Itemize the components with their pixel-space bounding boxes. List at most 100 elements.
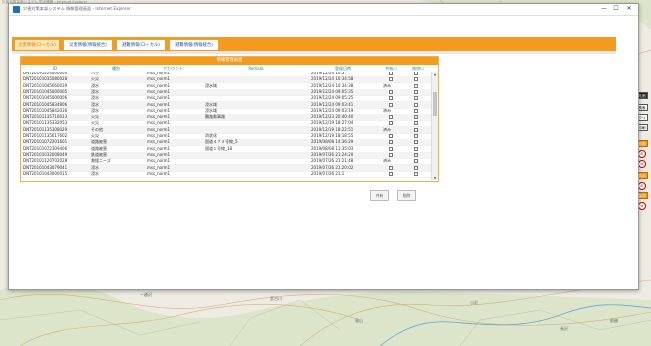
table-body: DNT20191224000004 ハッ mss_norm1 2019/12/24 1…	[21, 72, 431, 180]
table-scrollbar[interactable]: ▲ ▼	[431, 72, 438, 180]
cell-id: DNT20101045060039	[23, 82, 68, 88]
scroll-thumb[interactable]	[433, 92, 437, 116]
delete-checkbox[interactable]	[414, 165, 418, 170]
delete-button[interactable]: 削除	[397, 190, 416, 201]
cell-date: 2019/12/24 10:34:38	[311, 82, 354, 88]
cell-account: mss_norm1	[147, 95, 171, 101]
share-checkbox[interactable]	[389, 140, 393, 145]
cell-type: 浸水	[91, 101, 99, 107]
cell-account: mss_norm1	[147, 82, 171, 88]
share-checkbox[interactable]	[389, 77, 393, 82]
tab-evacuation-local[interactable]: 避難情報(ローカル)	[116, 39, 166, 50]
cell-date: 2019/12/19 18:18:55	[311, 133, 354, 138]
cell-type: 火災	[91, 120, 99, 126]
cell-id: DNT20101045000006	[23, 95, 68, 101]
cell-id: DNT20101045842036	[23, 107, 68, 113]
cell-account: mss_norm1	[147, 126, 171, 132]
maximize-button[interactable]: ☐	[610, 5, 622, 13]
cell-type: 火災	[91, 114, 99, 120]
cell-id: DNT20101032008049	[23, 151, 68, 157]
cell-account: mss_norm1	[147, 133, 171, 138]
delete-checkbox[interactable]	[414, 77, 418, 82]
map-label: ー越沢	[140, 292, 152, 297]
delete-checkbox[interactable]	[414, 121, 418, 126]
minimize-button[interactable]: —	[598, 5, 610, 13]
cell-type: 浸水	[91, 88, 99, 94]
share-checkbox[interactable]	[389, 134, 393, 138]
delete-checkbox[interactable]	[414, 72, 418, 75]
table-row[interactable]: DNT20101043000015 浸水 mss_norm1 2019/07/26 2…	[21, 171, 431, 178]
share-status: 済み	[383, 82, 391, 88]
share-button[interactable]: 共有	[370, 190, 389, 201]
delete-checkbox[interactable]	[414, 102, 418, 107]
delete-checkbox[interactable]	[414, 171, 418, 176]
map-label: 宮古川	[270, 296, 282, 301]
cell-date: 2019/12/24 09:05:25	[311, 95, 354, 101]
cell-type: 火災	[91, 76, 99, 82]
share-checkbox[interactable]	[389, 146, 393, 151]
delete-checkbox[interactable]	[414, 127, 418, 132]
alert-icon[interactable]: ⊘	[638, 182, 646, 190]
delete-checkbox[interactable]	[414, 152, 418, 157]
scroll-up-icon[interactable]: ▲	[433, 72, 437, 76]
cell-account: mss_norm1	[147, 145, 171, 151]
cell-id: DNT20101043079041	[23, 164, 68, 170]
cell-remark: 浸水域	[205, 107, 217, 113]
window-titlebar: 災害対策本部システム 情報管理画面 - Internet Explorer — …	[9, 4, 638, 16]
tab-disaster-integrated[interactable]: 災害情報(情報統合)	[63, 39, 113, 50]
cell-date: 2019/07/26 21:1	[311, 170, 345, 176]
share-checkbox[interactable]	[389, 152, 393, 157]
delete-checkbox[interactable]	[414, 83, 418, 88]
share-checkbox[interactable]	[389, 171, 393, 176]
share-checkbox[interactable]	[389, 102, 393, 107]
cell-account: mss_norm1	[147, 88, 171, 94]
share-checkbox[interactable]	[389, 121, 393, 126]
map-label: 長沢	[560, 326, 568, 331]
cell-type: 浸水	[91, 164, 99, 170]
share-status: 済み	[383, 158, 391, 164]
cell-account: mss_norm1	[147, 158, 171, 164]
cell-date: 2019/12/19 18:22:51	[311, 126, 354, 132]
cell-id: DNT20101120702028	[23, 158, 68, 164]
share-checkbox[interactable]	[389, 96, 393, 101]
share-status: 済み	[383, 107, 391, 113]
delete-checkbox[interactable]	[414, 115, 418, 120]
scroll-down-icon[interactable]: ▼	[433, 176, 437, 180]
alert-icon[interactable]: ⊘	[638, 202, 646, 210]
share-checkbox[interactable]	[389, 89, 393, 94]
share-checkbox[interactable]	[389, 115, 393, 120]
cell-account: mss_norm1	[147, 107, 171, 113]
delete-checkbox[interactable]	[414, 134, 418, 138]
map-label: 島山	[355, 318, 363, 323]
info-management-window: 災害対策本部システム 情報管理画面 - Internet Explorer — …	[8, 3, 639, 290]
cell-account: mss_norm1	[147, 101, 171, 107]
tab-disaster-local[interactable]: 災害情報(ローカル)	[14, 39, 60, 50]
cell-account: mss_norm1	[147, 139, 171, 145]
alert-icon[interactable]: ⊘	[638, 160, 646, 168]
cell-type: その他	[91, 126, 103, 132]
cell-remark: 難路救事路	[205, 114, 225, 120]
cell-type: 浸水	[91, 82, 99, 88]
cell-remark: 国道４７３号線_5	[205, 139, 238, 145]
map-label: 船越	[610, 318, 618, 323]
cell-date: 2019/12/24 09:03:41	[311, 101, 354, 107]
alert-icon[interactable]: ⊘	[638, 150, 646, 158]
cell-id: DNT20101043000015	[23, 170, 68, 176]
delete-checkbox[interactable]	[414, 89, 418, 94]
delete-checkbox[interactable]	[414, 140, 418, 145]
cell-type: 浸水	[91, 95, 99, 101]
tab-evacuation-integrated[interactable]: 避難情報(情報統合)	[169, 39, 219, 50]
share-checkbox[interactable]	[389, 165, 393, 170]
delete-checkbox[interactable]	[414, 96, 418, 101]
cell-date: 2019/07/26 21:21:48	[311, 158, 354, 164]
close-button[interactable]: ✕	[623, 5, 635, 13]
cell-id: DNT20101072201601	[23, 139, 68, 145]
delete-checkbox[interactable]	[414, 146, 418, 151]
share-checkbox[interactable]	[389, 72, 393, 75]
delete-checkbox[interactable]	[414, 108, 418, 113]
cell-remark: 浸水域	[205, 101, 217, 107]
cell-type: 救援ニーズ	[91, 158, 111, 164]
ie-icon	[13, 6, 20, 13]
panel-title: 情報管理画面	[21, 57, 438, 65]
delete-checkbox[interactable]	[414, 159, 418, 164]
